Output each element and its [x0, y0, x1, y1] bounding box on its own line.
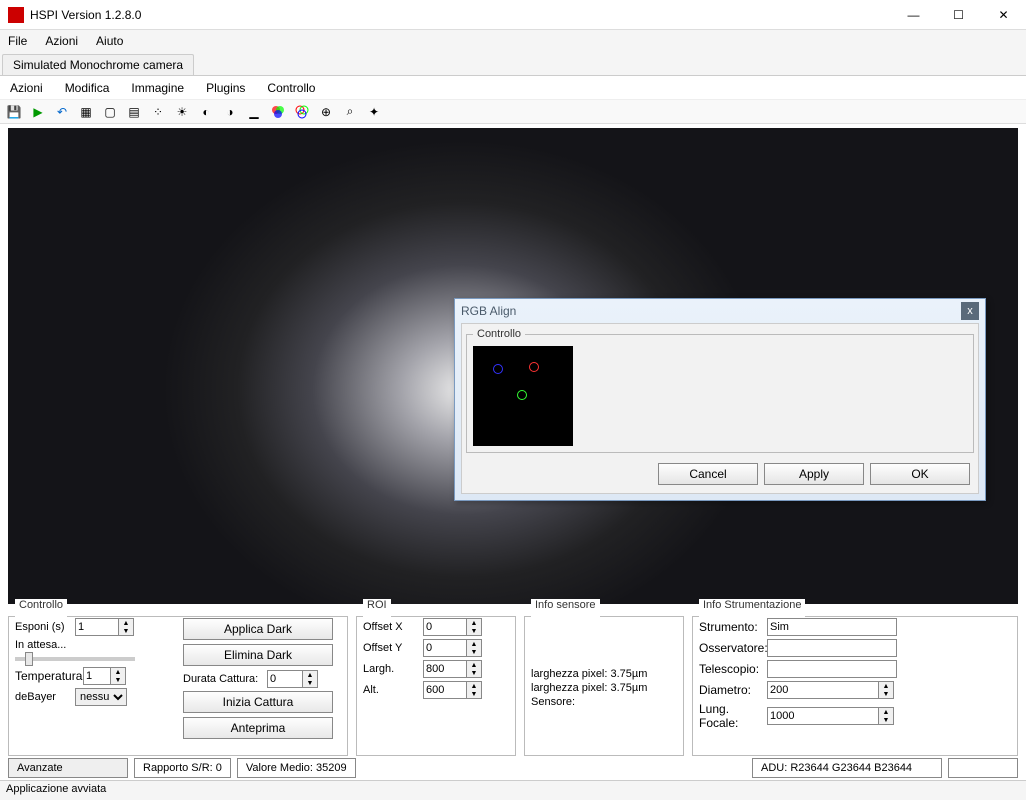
binoculars-icon[interactable]: ⌕: [342, 104, 358, 120]
temp-up[interactable]: ▲: [111, 668, 125, 676]
rgb-align-dialog: RGB Align x Controllo Cancel Apply OK: [454, 298, 986, 501]
close-button[interactable]: ✕: [981, 0, 1026, 29]
minimize-button[interactable]: —: [891, 0, 936, 29]
rapporto-display: Rapporto S/R: 0: [134, 758, 231, 778]
telesc-label: Telescopio:: [699, 662, 767, 676]
rgb-outline-icon[interactable]: [294, 104, 310, 120]
waiting-label: In attesa...: [15, 639, 66, 651]
strumento-label: Strumento:: [699, 620, 767, 634]
durata-down[interactable]: ▼: [303, 679, 317, 687]
rgb-icon[interactable]: [270, 104, 286, 120]
menu-azioni[interactable]: Azioni: [45, 34, 78, 48]
histogram-icon[interactable]: ▁: [246, 104, 262, 120]
inizia-cattura-button[interactable]: Inizia Cattura: [183, 691, 333, 713]
submenu-azioni[interactable]: Azioni: [10, 81, 43, 95]
dialog-title-text: RGB Align: [461, 304, 516, 318]
dialog-group-label: Controllo: [473, 328, 525, 340]
cancel-button[interactable]: Cancel: [658, 463, 758, 485]
offsetx-label: Offset X: [363, 621, 423, 633]
window-titlebar: HSPI Version 1.2.8.0 — ☐ ✕: [0, 0, 1026, 30]
submenu-plugins[interactable]: Plugins: [206, 81, 245, 95]
temp-label: Temperatura:: [15, 669, 83, 683]
submenu-immagine[interactable]: Immagine: [131, 81, 184, 95]
lungfocale-input[interactable]: [767, 707, 879, 725]
esponi-input[interactable]: [75, 618, 119, 636]
debayer-select[interactable]: nessu: [75, 688, 127, 706]
largh-label: Largh.: [363, 663, 423, 675]
extra-status: [948, 758, 1018, 778]
rgb-align-preview[interactable]: [473, 346, 573, 446]
debayer-label: deBayer: [15, 691, 75, 703]
offsety-input[interactable]: [423, 639, 467, 657]
esponi-up[interactable]: ▲: [119, 619, 133, 627]
menu-file[interactable]: File: [8, 34, 27, 48]
osserv-label: Osservatore:: [699, 641, 767, 655]
contrast-icon[interactable]: ◐: [198, 104, 214, 120]
submenu-modifica[interactable]: Modifica: [65, 81, 110, 95]
durata-up[interactable]: ▲: [303, 671, 317, 679]
temp-input[interactable]: [83, 667, 111, 685]
pixel-width-2: larghezza pixel: 3.75µm: [531, 682, 677, 694]
alt-input[interactable]: [423, 681, 467, 699]
applica-dark-button[interactable]: Applica Dark: [183, 618, 333, 640]
pixel-width-1: larghezza pixel: 3.75µm: [531, 668, 677, 680]
image-menubar: Azioni Modifica Immagine Plugins Control…: [0, 76, 1026, 100]
app-icon: [8, 7, 24, 23]
exposure-slider[interactable]: [15, 657, 135, 661]
grid-icon[interactable]: ▦: [78, 104, 94, 120]
save-icon[interactable]: 💾: [6, 104, 22, 120]
valore-medio-display: Valore Medio: 35209: [237, 758, 356, 778]
slider-thumb[interactable]: [25, 652, 33, 666]
dots-icon[interactable]: ⁘: [150, 104, 166, 120]
dialog-close-button[interactable]: x: [961, 302, 979, 320]
square-icon[interactable]: ▢: [102, 104, 118, 120]
brightness-icon[interactable]: ☀: [174, 104, 190, 120]
main-menubar: File Azioni Aiuto: [0, 30, 1026, 52]
play-icon[interactable]: ▶: [30, 104, 46, 120]
align-icon[interactable]: ⊕: [318, 104, 334, 120]
lungfocale-label: Lung. Focale:: [699, 702, 767, 730]
invert-icon[interactable]: ◑: [222, 104, 238, 120]
strumento-input[interactable]: [767, 618, 897, 636]
sensore-label: Sensore:: [531, 696, 677, 708]
telescope-icon[interactable]: ✦: [366, 104, 382, 120]
offsety-label: Offset Y: [363, 642, 423, 654]
toolbar: 💾 ▶ ↶ ▦ ▢ ▤ ⁘ ☀ ◐ ◑ ▁ ⊕ ⌕ ✦: [0, 100, 1026, 124]
durata-label: Durata Cattura:: [183, 673, 267, 685]
window-title: HSPI Version 1.2.8.0: [30, 8, 891, 22]
diametro-label: Diametro:: [699, 683, 767, 697]
temp-down[interactable]: ▼: [111, 676, 125, 684]
maximize-button[interactable]: ☐: [936, 0, 981, 29]
page-icon[interactable]: ▤: [126, 104, 142, 120]
largh-input[interactable]: [423, 660, 467, 678]
alt-label: Alt.: [363, 684, 423, 696]
osservatore-input[interactable]: [767, 639, 897, 657]
durata-input[interactable]: [267, 670, 303, 688]
elimina-dark-button[interactable]: Elimina Dark: [183, 644, 333, 666]
undo-icon[interactable]: ↶: [54, 104, 70, 120]
status-bar: Applicazione avviata: [0, 780, 1026, 800]
ok-button[interactable]: OK: [870, 463, 970, 485]
sensore-legend: Info sensore: [531, 599, 600, 611]
esponi-label: Esponi (s): [15, 621, 75, 633]
apply-button[interactable]: Apply: [764, 463, 864, 485]
controllo-legend: Controllo: [15, 599, 67, 611]
blue-channel-circle[interactable]: [493, 364, 503, 374]
esponi-down[interactable]: ▼: [119, 627, 133, 635]
menu-aiuto[interactable]: Aiuto: [96, 34, 123, 48]
camera-tabbar: Simulated Monochrome camera: [0, 52, 1026, 76]
telescopio-input[interactable]: [767, 660, 897, 678]
submenu-controllo[interactable]: Controllo: [267, 81, 315, 95]
anteprima-button[interactable]: Anteprima: [183, 717, 333, 739]
diametro-input[interactable]: [767, 681, 879, 699]
avanzate-button[interactable]: Avanzate: [8, 758, 128, 778]
adu-display: ADU: R23644 G23644 B23644: [752, 758, 942, 778]
green-channel-circle[interactable]: [517, 390, 527, 400]
offsetx-input[interactable]: [423, 618, 467, 636]
strum-legend: Info Strumentazione: [699, 599, 805, 611]
camera-tab[interactable]: Simulated Monochrome camera: [2, 54, 194, 75]
roi-legend: ROI: [363, 599, 391, 611]
red-channel-circle[interactable]: [529, 362, 539, 372]
